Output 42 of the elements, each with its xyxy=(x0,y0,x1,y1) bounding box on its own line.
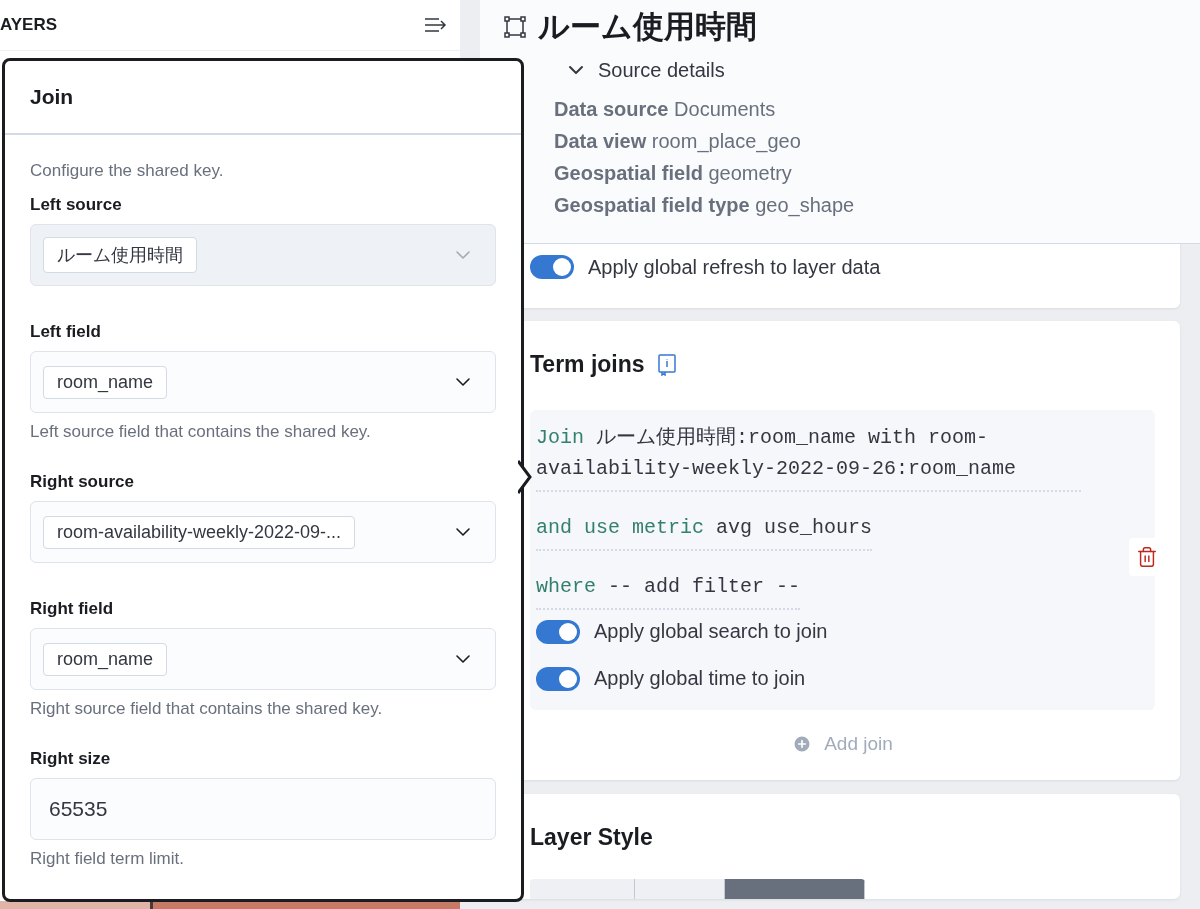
field-label: Right size xyxy=(30,749,112,769)
vector-square-icon xyxy=(504,16,526,38)
popover-title: Join xyxy=(30,85,74,109)
toggle-label: Apply global time to join xyxy=(594,667,806,690)
selected-value: room_name xyxy=(43,642,168,676)
collapse-icon[interactable] xyxy=(424,16,448,34)
field-label: Left field xyxy=(30,322,102,342)
select-field[interactable]: room-availability-weekly-2022-09-... xyxy=(30,501,496,563)
select-field[interactable]: room_name xyxy=(30,351,496,413)
plus-icon xyxy=(792,734,813,754)
join-clause[interactable]: where -- add filter -- xyxy=(536,571,801,610)
number-field[interactable]: 65535 xyxy=(30,778,496,840)
segmented-control[interactable] xyxy=(530,879,865,899)
selected-value: room_name xyxy=(43,365,168,399)
description: Configure the shared key. xyxy=(30,161,225,181)
selected-value: ルーム使用時間 xyxy=(43,237,197,273)
source-details-toggle[interactable]: Source details xyxy=(564,58,725,82)
field-label: Left source xyxy=(30,195,123,215)
source-detail: Geospatial field type geo_shape xyxy=(554,193,856,218)
join-clause[interactable]: Join ルーム使用時間:room_name with room-availability-weekly-2022-09-26:room_name xyxy=(536,422,1081,492)
help-text: Left source field that contains the shared key. xyxy=(30,422,372,442)
source-detail: Data view room_place_geo xyxy=(554,129,802,154)
join-clause[interactable]: and use metric avg use_hours xyxy=(536,512,873,551)
toggle-label: Apply global refresh to layer data xyxy=(588,255,881,279)
section-title: Term joins xyxy=(530,351,645,378)
toggle-switch[interactable] xyxy=(536,619,580,644)
source-detail: Data source Documents xyxy=(554,97,777,122)
select-field[interactable]: room_name xyxy=(30,628,496,690)
toggle-switch[interactable] xyxy=(530,255,574,279)
section-title: Layer Style xyxy=(530,824,653,851)
panel-title: AYERS xyxy=(0,15,57,35)
source-detail: Geospatial field geometry xyxy=(554,161,793,186)
toggle-label: Apply global search to join xyxy=(594,620,828,643)
field-label: Right source xyxy=(30,472,135,492)
help-text: Right field term limit. xyxy=(30,849,185,869)
trash-icon xyxy=(1136,546,1158,568)
selected-value: room-availability-weekly-2022-09-... xyxy=(43,515,356,549)
help-text: Right source field that contains the shared key. xyxy=(30,699,384,719)
field-label: Right field xyxy=(30,599,115,619)
toggle-switch[interactable] xyxy=(536,666,580,691)
book-icon[interactable] xyxy=(656,353,677,376)
layer-title: ルーム使用時間 xyxy=(538,8,757,46)
